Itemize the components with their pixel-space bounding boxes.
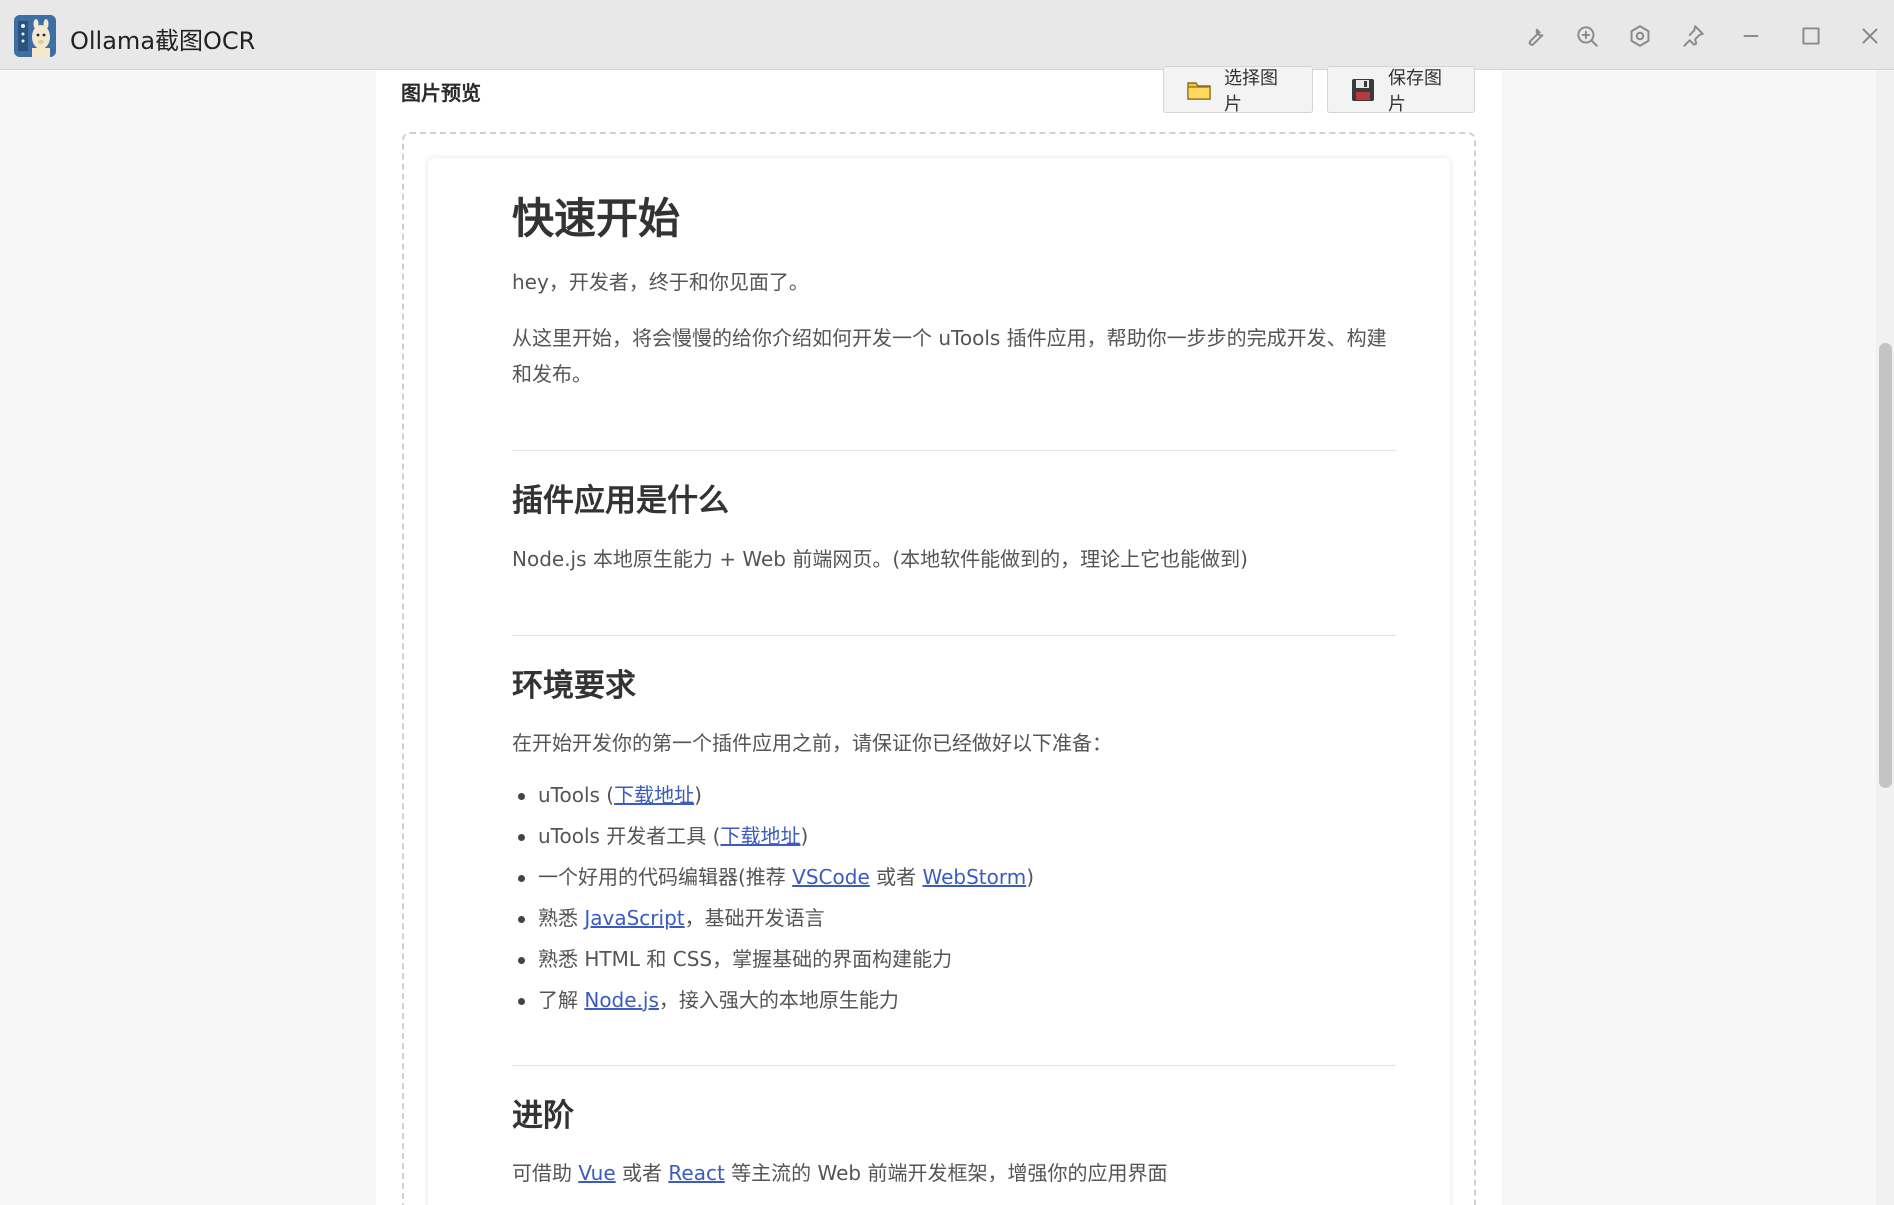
javascript-link[interactable]: JavaScript	[584, 906, 684, 930]
preview-content: 快速开始 hey，开发者，终于和你见面了。 从这里开始，将会慢慢的给你介绍如何开…	[512, 188, 1396, 1191]
paragraph-greeting: hey，开发者，终于和你见面了。	[512, 270, 809, 295]
maximize-icon[interactable]	[1795, 20, 1827, 52]
download-link[interactable]: 下载地址	[614, 783, 694, 807]
download-link[interactable]: 下载地址	[720, 824, 800, 848]
title-bar: Ollama截图OCR	[0, 0, 1894, 70]
heading-what-is-plugin: 插件应用是什么	[512, 483, 729, 520]
floppy-disk-icon	[1350, 77, 1376, 103]
select-image-button[interactable]: 选择图片	[1163, 66, 1313, 115]
preview-title: 图片预览	[401, 81, 481, 105]
folder-icon	[1186, 77, 1212, 103]
divider	[512, 1064, 1396, 1066]
nodejs-link[interactable]: Node.js	[584, 988, 659, 1012]
heading-environment: 环境要求	[512, 667, 636, 704]
zoom-in-icon[interactable]	[1571, 20, 1603, 52]
react-link[interactable]: React	[668, 1161, 724, 1185]
list-item: 一个好用的代码编辑器(推荐 VSCode 或者 WebStorm)	[512, 857, 1396, 898]
paragraph-advanced: 可借助 Vue 或者 React 等主流的 Web 前端开发框架，增强你的应用界…	[512, 1160, 1168, 1185]
vue-link[interactable]: Vue	[578, 1161, 615, 1185]
paragraph-intro: 从这里开始，将会慢慢的给你介绍如何开发一个 uTools 插件应用，帮助你一步步…	[512, 326, 1387, 387]
heading-advanced: 进阶	[512, 1097, 574, 1134]
list-item: 熟悉 JavaScript，基础开发语言	[512, 898, 1396, 939]
scrollbar-thumb[interactable]	[1879, 343, 1892, 788]
close-icon[interactable]	[1854, 20, 1886, 52]
paragraph-environment: 在开始开发你的第一个插件应用之前，请保证你已经做好以下准备：	[512, 730, 1112, 755]
paragraph-what-is-plugin: Node.js 本地原生能力 + Web 前端网页。(本地软件能做到的，理论上它…	[512, 546, 1248, 571]
webstorm-link[interactable]: WebStorm	[922, 865, 1026, 889]
list-item: uTools (下载地址)	[512, 775, 1396, 816]
divider	[512, 634, 1396, 636]
app-title: Ollama截图OCR	[70, 27, 256, 55]
requirements-list: uTools (下载地址) uTools 开发者工具 (下载地址) 一个好用的代…	[512, 775, 1396, 1021]
list-item: uTools 开发者工具 (下载地址)	[512, 816, 1396, 857]
pin-icon[interactable]	[1677, 20, 1709, 52]
heading-quick-start: 快速开始	[512, 194, 681, 243]
save-image-label: 保存图片	[1388, 67, 1442, 115]
divider	[512, 450, 1396, 452]
list-item: 了解 Node.js，接入强大的本地原生能力	[512, 980, 1396, 1021]
select-image-label: 选择图片	[1224, 67, 1278, 115]
vscode-link[interactable]: VSCode	[792, 865, 870, 889]
minimize-icon[interactable]	[1735, 20, 1767, 52]
wrench-icon[interactable]	[1518, 20, 1550, 52]
image-preview: 快速开始 hey，开发者，终于和你见面了。 从这里开始，将会慢慢的给你介绍如何开…	[428, 158, 1450, 1205]
save-image-button[interactable]: 保存图片	[1327, 66, 1475, 115]
settings-icon[interactable]	[1624, 20, 1656, 52]
list-item: 熟悉 HTML 和 CSS，掌握基础的界面构建能力	[512, 939, 1396, 980]
app-logo-icon	[14, 15, 56, 57]
